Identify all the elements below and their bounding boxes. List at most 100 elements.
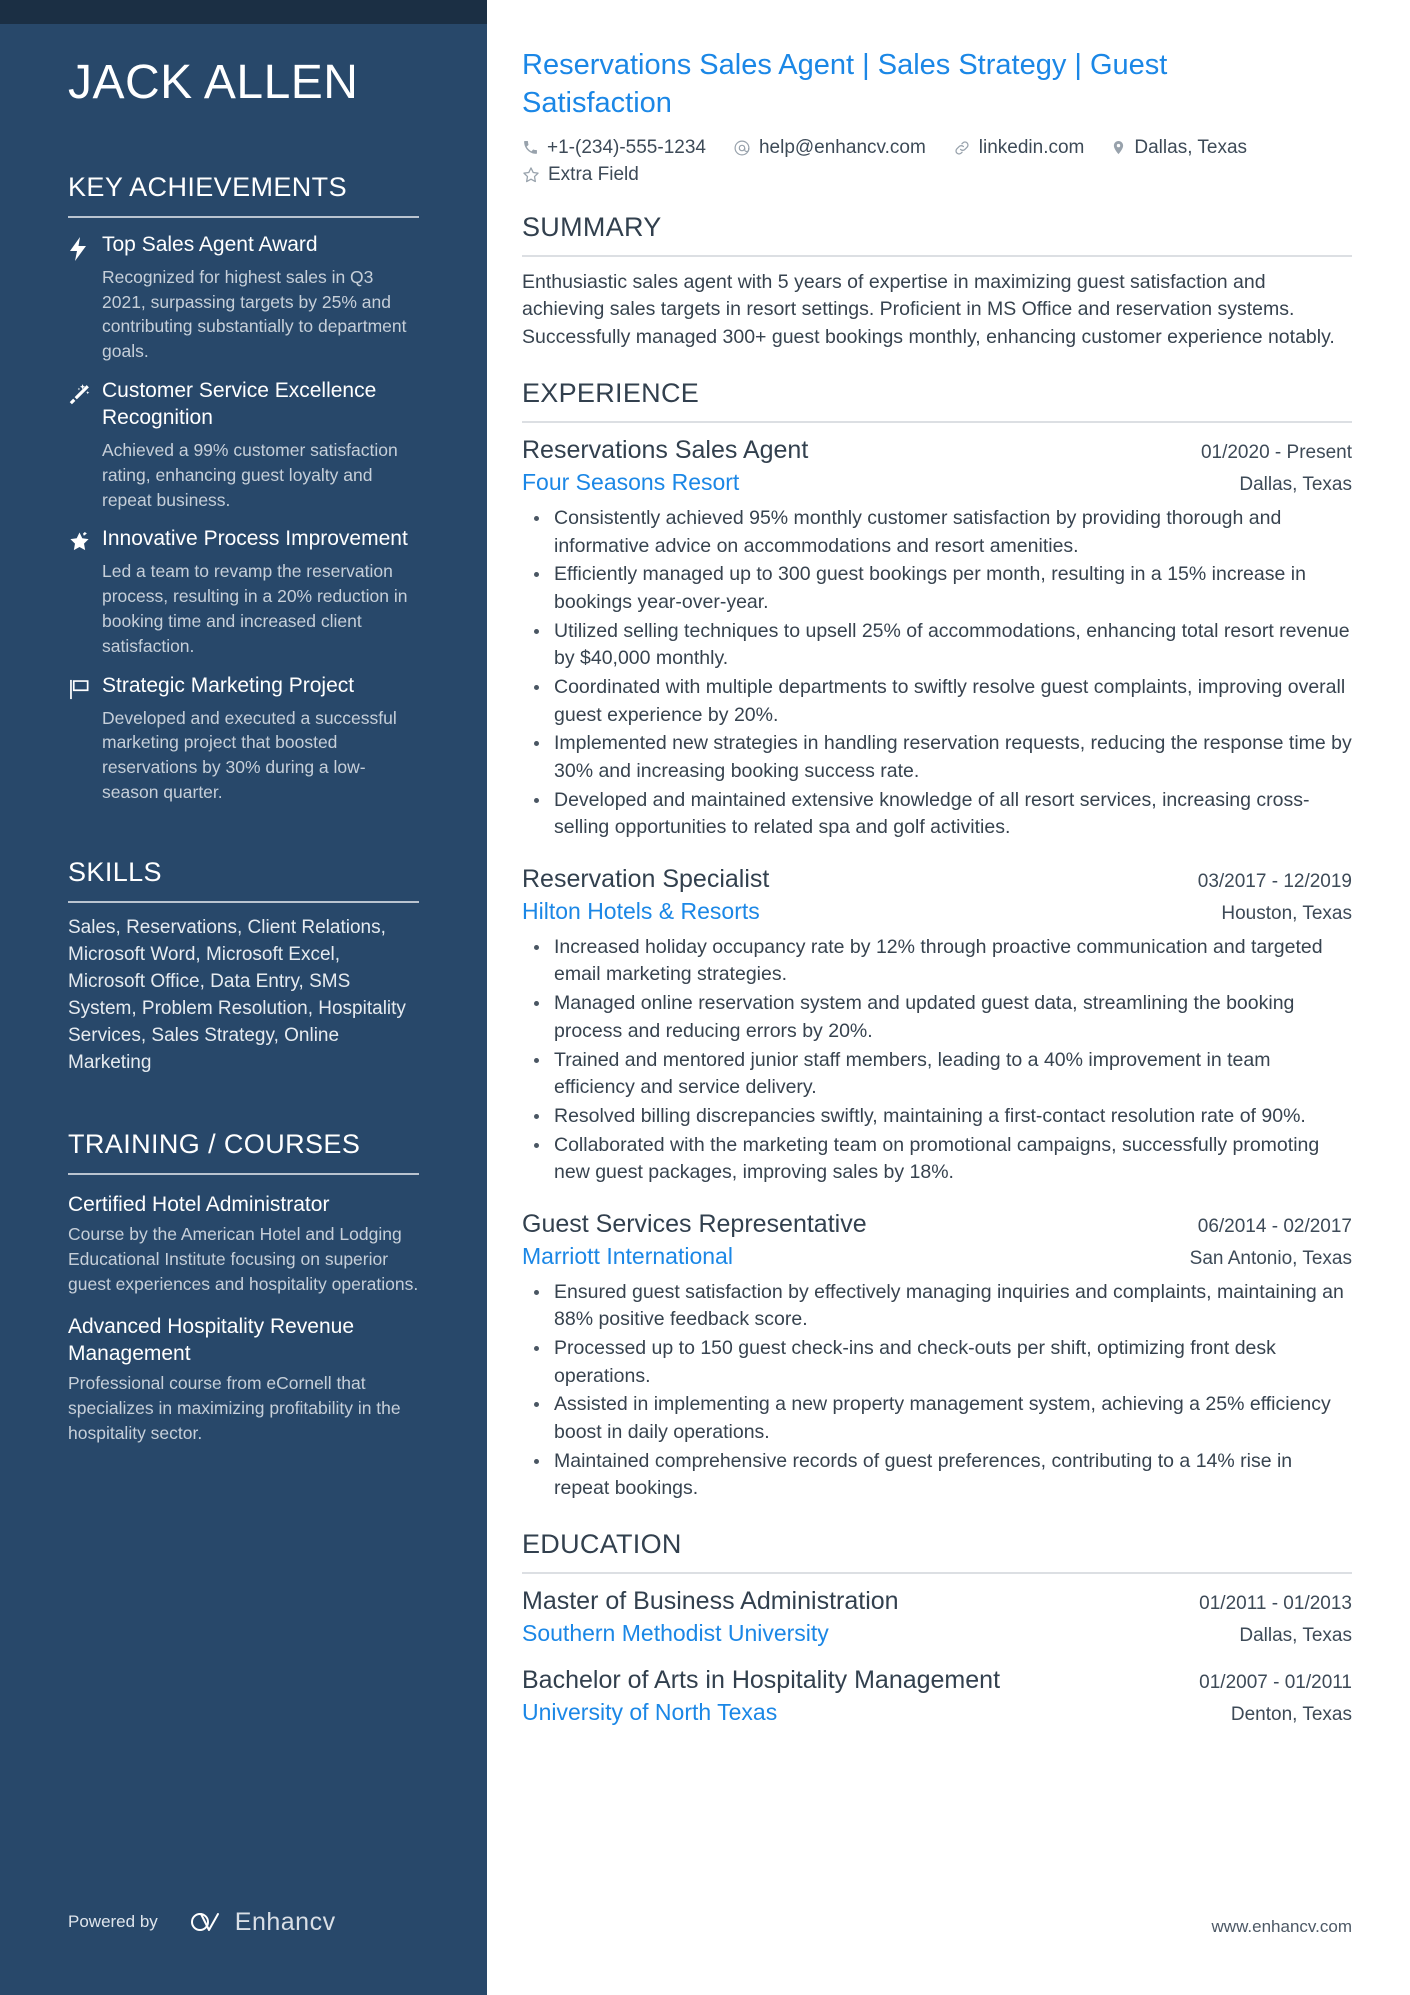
sidebar: JACK ALLEN KEY ACHIEVEMENTS Top Sales Ag…	[0, 0, 487, 1995]
bullet-item: Consistently achieved 95% monthly custom…	[534, 505, 1352, 560]
enhancv-wordmark: Enhancv	[234, 1907, 336, 1936]
bullet-item: Increased holiday occupancy rate by 12% …	[534, 934, 1352, 989]
contact-extra-field-value: Extra Field	[548, 163, 639, 185]
bullet-item: Coordinated with multiple departments to…	[534, 674, 1352, 729]
education-degree: Master of Business Administration	[522, 1587, 899, 1616]
powered-by-footer: Powered by Enhancv	[68, 1907, 336, 1937]
contact-location: Dallas, Texas	[1111, 137, 1247, 159]
education-entry: Bachelor of Arts in Hospitality Manageme…	[522, 1665, 1352, 1728]
education-school[interactable]: Southern Methodist University	[522, 1619, 829, 1648]
contact-linkedin[interactable]: linkedin.com	[953, 136, 1085, 159]
divider	[68, 900, 419, 903]
training-courses-section: TRAINING / COURSES Certified Hotel Admin…	[68, 1129, 419, 1446]
contact-linkedin-value: linkedin.com	[978, 136, 1085, 158]
course-description: Professional course from eCornell that s…	[68, 1373, 401, 1443]
bullet-item: Resolved billing discrepancies swiftly, …	[534, 1103, 1352, 1131]
experience-date: 06/2014 - 02/2017	[1197, 1215, 1352, 1237]
education-heading: EDUCATION	[522, 1529, 682, 1560]
key-achievements-heading: KEY ACHIEVEMENTS	[68, 171, 347, 202]
course-description: Course by the American Hotel and Lodging…	[68, 1224, 419, 1294]
divider	[522, 1572, 1352, 1575]
achievement-item: Customer Service Excellence Recognition …	[68, 378, 419, 512]
divider	[68, 215, 419, 218]
bullet-item: Managed online reservation system and up…	[534, 990, 1352, 1045]
experience-entry: Guest Services Representative 06/2014 - …	[522, 1209, 1352, 1503]
phone-icon	[522, 139, 539, 156]
experience-location: San Antonio, Texas	[1189, 1248, 1352, 1270]
achievement-description: Recognized for highest sales in Q3 2021,…	[102, 266, 407, 362]
experience-date: 01/2020 - Present	[1200, 442, 1352, 464]
course-title: Certified Hotel Administrator	[68, 1192, 330, 1216]
experience-location: Houston, Texas	[1221, 903, 1352, 925]
bullet-item: Assisted in implementing a new property …	[534, 1391, 1352, 1446]
experience-bullets: Ensured guest satisfaction by effectivel…	[522, 1279, 1352, 1504]
achievement-item: Strategic Marketing Project Developed an…	[68, 673, 419, 805]
enhancv-brand: Enhancv	[176, 1907, 336, 1937]
magic-wand-icon	[68, 378, 102, 512]
experience-role: Guest Services Representative	[522, 1209, 867, 1238]
experience-section: EXPERIENCE Reservations Sales Agent 01/2…	[522, 378, 1352, 1503]
achievement-item: Innovative Process Improvement Led a tea…	[68, 526, 419, 658]
sidebar-top-strip	[0, 0, 487, 24]
achievement-title: Innovative Process Improvement	[102, 527, 408, 551]
experience-location: Dallas, Texas	[1239, 474, 1352, 496]
education-entry: Master of Business Administration 01/201…	[522, 1586, 1352, 1649]
summary-section: SUMMARY Enthusiastic sales agent with 5 …	[522, 212, 1352, 353]
achievement-description: Achieved a 99% customer satisfaction rat…	[102, 439, 398, 510]
experience-heading: EXPERIENCE	[522, 378, 700, 409]
resume-page: JACK ALLEN KEY ACHIEVEMENTS Top Sales Ag…	[0, 0, 1410, 1995]
course-item: Certified Hotel Administrator Course by …	[68, 1191, 419, 1297]
key-achievements-section: KEY ACHIEVEMENTS Top Sales Agent Award R…	[68, 172, 419, 805]
contact-email: help@enhancv.com	[733, 137, 926, 159]
link-icon	[953, 139, 971, 157]
experience-organization[interactable]: Marriott International	[522, 1242, 733, 1271]
education-date: 01/2007 - 01/2011	[1199, 1671, 1352, 1693]
experience-date: 03/2017 - 12/2019	[1197, 871, 1352, 893]
enhancv-logo-icon	[176, 1907, 224, 1937]
powered-by-label: Powered by	[68, 1912, 158, 1931]
shooting-star-icon	[68, 526, 102, 658]
skills-heading: SKILLS	[68, 856, 162, 887]
flag-icon	[68, 673, 102, 805]
bullet-item: Trained and mentored junior staff member…	[534, 1047, 1352, 1102]
skills-section: SKILLS Sales, Reservations, Client Relat…	[68, 857, 419, 1077]
achievement-description: Developed and executed a successful mark…	[102, 707, 397, 803]
bullet-item: Implemented new strategies in handling r…	[534, 730, 1352, 785]
skills-list: Sales, Reservations, Client Relations, M…	[68, 916, 406, 1073]
contact-row: +1-(234)-555-1234 help@enhancv.com linke…	[522, 137, 1342, 186]
divider	[522, 254, 1352, 257]
experience-entry: Reservations Sales Agent 01/2020 - Prese…	[522, 435, 1352, 842]
training-courses-heading: TRAINING / COURSES	[68, 1128, 361, 1159]
lightning-bolt-icon	[68, 232, 102, 364]
contact-extra-field: Extra Field	[522, 164, 1342, 186]
achievement-title: Strategic Marketing Project	[102, 673, 355, 697]
contact-phone-value: +1-(234)-555-1234	[547, 136, 706, 158]
course-title: Advanced Hospitality Revenue Management	[68, 1314, 355, 1365]
divider	[68, 1172, 419, 1175]
achievement-title: Customer Service Excellence Recognition	[102, 379, 377, 429]
bullet-item: Ensured guest satisfaction by effectivel…	[534, 1279, 1352, 1334]
summary-heading: SUMMARY	[522, 211, 662, 242]
education-location: Denton, Texas	[1230, 1704, 1352, 1726]
bullet-item: Collaborated with the marketing team on …	[534, 1132, 1352, 1187]
achievement-item: Top Sales Agent Award Recognized for hig…	[68, 232, 419, 364]
education-section: EDUCATION Master of Business Administrat…	[522, 1529, 1352, 1727]
education-school[interactable]: University of North Texas	[522, 1698, 777, 1727]
headline-job-title: Reservations Sales Agent | Sales Strateg…	[522, 49, 1168, 120]
experience-role: Reservations Sales Agent	[522, 436, 809, 465]
contact-email-value: help@enhancv.com	[758, 136, 926, 158]
education-location: Dallas, Texas	[1239, 1625, 1352, 1647]
site-url: www.enhancv.com	[1211, 1917, 1352, 1936]
main-content: Reservations Sales Agent | Sales Strateg…	[487, 0, 1410, 1995]
candidate-name: JACK ALLEN	[68, 56, 359, 109]
experience-organization[interactable]: Hilton Hotels & Resorts	[522, 897, 760, 926]
divider	[522, 421, 1352, 424]
education-degree: Bachelor of Arts in Hospitality Manageme…	[522, 1665, 1001, 1694]
summary-text: Enthusiastic sales agent with 5 years of…	[522, 270, 1335, 349]
at-email-icon	[733, 139, 751, 157]
achievement-description: Led a team to revamp the reservation pro…	[102, 561, 408, 656]
experience-organization[interactable]: Four Seasons Resort	[522, 468, 739, 497]
bullet-item: Developed and maintained extensive knowl…	[534, 787, 1352, 842]
contact-phone: +1-(234)-555-1234	[522, 137, 706, 159]
location-pin-icon	[1111, 138, 1126, 157]
